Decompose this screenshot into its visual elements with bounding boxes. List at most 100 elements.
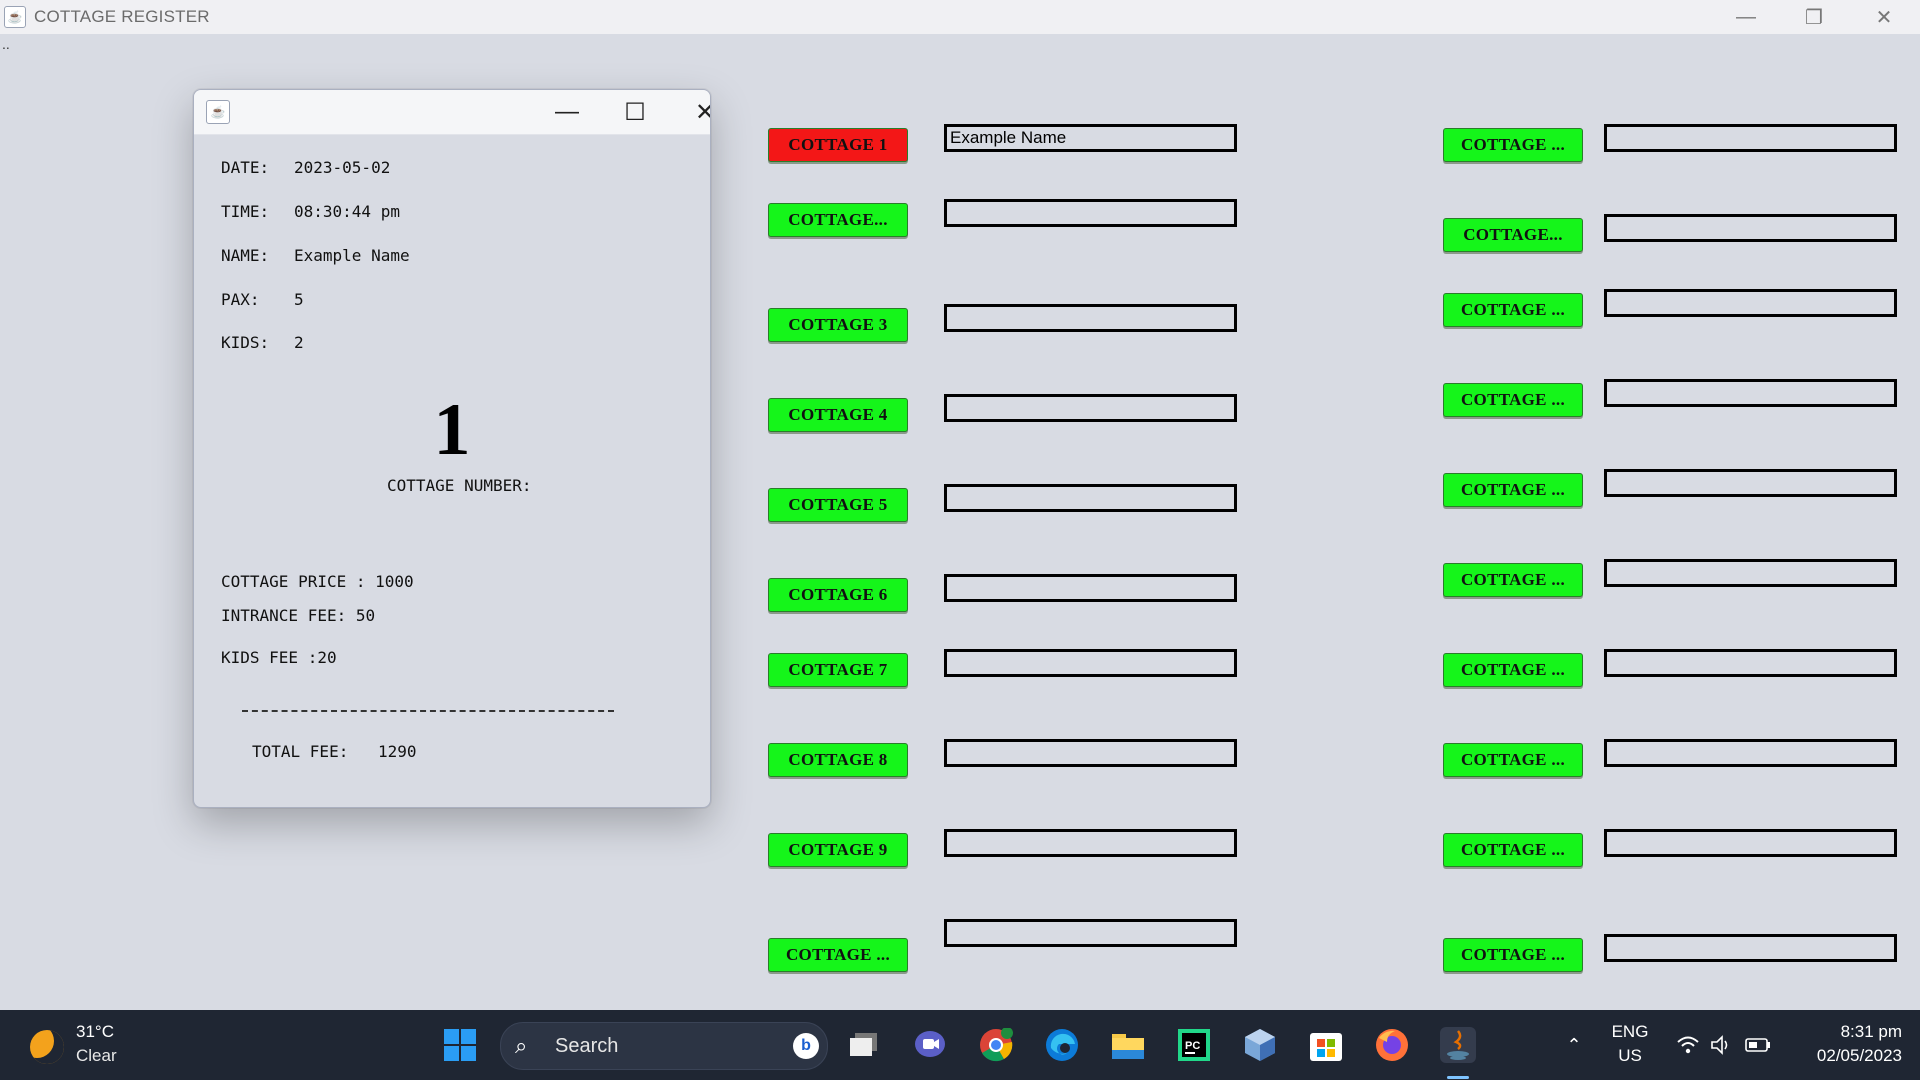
svg-text:PC: PC xyxy=(1185,1040,1200,1052)
separator-line xyxy=(242,710,614,712)
main-title-bar: ☕ COTTAGE REGISTER — ❐ ✕ xyxy=(0,0,1920,34)
wifi-icon[interactable] xyxy=(1670,1027,1706,1063)
pax-label: PAX: xyxy=(221,290,260,309)
region-indicator[interactable]: US xyxy=(1610,1046,1650,1066)
taskbar-search[interactable]: ⌕ Search b xyxy=(500,1022,828,1070)
cottage-name-field-3[interactable] xyxy=(944,304,1237,332)
chrome-icon[interactable] xyxy=(978,1027,1014,1063)
cottage-name-field-4[interactable] xyxy=(944,394,1237,422)
receipt-dialog: ☕ — ☐ ✕ DATE: 2023-05-02 TIME: 08:30:44 … xyxy=(193,89,711,808)
dialog-minimize-button[interactable]: — xyxy=(536,90,598,134)
total-value: 1290 xyxy=(378,742,417,761)
cottage-name-field-19[interactable] xyxy=(1604,829,1897,857)
cottage-button-8[interactable]: COTTAGE 8 xyxy=(768,743,908,777)
cottage-price: COTTAGE PRICE : 1000 xyxy=(221,572,414,591)
weather-description[interactable]: Clear xyxy=(76,1046,117,1066)
java-app-icon: ☕ xyxy=(206,100,230,124)
cottage-button-5[interactable]: COTTAGE 5 xyxy=(768,488,908,522)
cottage-button-9[interactable]: COTTAGE 9 xyxy=(768,833,908,867)
cottage-button-11[interactable]: COTTAGE ... xyxy=(1443,128,1583,162)
cottage-button-15[interactable]: COTTAGE ... xyxy=(1443,473,1583,507)
cottage-button-13[interactable]: COTTAGE ... xyxy=(1443,293,1583,327)
entrance-fee: INTRANCE FEE: 50 xyxy=(221,606,376,625)
battery-icon[interactable] xyxy=(1740,1027,1776,1063)
start-icon[interactable] xyxy=(442,1027,478,1063)
name-label: NAME: xyxy=(221,246,270,265)
clock-time[interactable]: 8:31 pm xyxy=(1792,1022,1902,1042)
clock-date[interactable]: 02/05/2023 xyxy=(1772,1046,1902,1066)
cottage-name-field-7[interactable] xyxy=(944,649,1237,677)
search-icon: ⌕ xyxy=(515,1033,528,1058)
language-indicator[interactable]: ENG xyxy=(1610,1022,1650,1042)
cottage-button-2[interactable]: COTTAGE... xyxy=(768,203,908,237)
cottage-button-16[interactable]: COTTAGE ... xyxy=(1443,563,1583,597)
cottage-name-field-14[interactable] xyxy=(1604,379,1897,407)
task-view-icon[interactable] xyxy=(846,1027,882,1063)
cottage-name-field-15[interactable] xyxy=(1604,469,1897,497)
search-placeholder: Search xyxy=(555,1035,619,1057)
cottage-button-17[interactable]: COTTAGE ... xyxy=(1443,653,1583,687)
kids-fee: KIDS FEE :20 xyxy=(221,648,337,667)
cottage-button-20[interactable]: COTTAGE ... xyxy=(1443,938,1583,972)
close-button[interactable]: ✕ xyxy=(1850,0,1918,34)
cottage-name-field-11[interactable] xyxy=(1604,124,1897,152)
cottage-name-field-16[interactable] xyxy=(1604,559,1897,587)
virtualbox-icon[interactable] xyxy=(1242,1027,1278,1063)
cottage-button-10[interactable]: COTTAGE ... xyxy=(768,938,908,972)
restore-button[interactable]: ❐ xyxy=(1780,0,1848,34)
chevron-up-icon[interactable]: ⌃ xyxy=(1556,1027,1592,1063)
volume-icon[interactable] xyxy=(1704,1027,1740,1063)
pax-value: 5 xyxy=(294,290,304,309)
dialog-maximize-button[interactable]: ☐ xyxy=(604,90,666,134)
minimize-button[interactable]: — xyxy=(1712,0,1780,34)
bing-icon[interactable]: b xyxy=(793,1033,819,1059)
cottage-number-display: 1 xyxy=(433,389,471,471)
date-label: DATE: xyxy=(221,158,270,177)
window-title: COTTAGE REGISTER xyxy=(34,7,210,26)
file-explorer-icon[interactable] xyxy=(1110,1027,1146,1063)
moon-icon[interactable] xyxy=(30,1030,64,1064)
cottage-button-1[interactable]: COTTAGE 1 xyxy=(768,128,908,162)
total-label: TOTAL FEE: xyxy=(252,742,349,761)
cottage-number-label: COTTAGE NUMBER: xyxy=(387,476,532,495)
cottage-name-field-20[interactable] xyxy=(1604,934,1897,962)
java-app-icon: ☕ xyxy=(4,6,26,28)
weather-temperature[interactable]: 31°C xyxy=(76,1022,114,1042)
cottage-name-field-8[interactable] xyxy=(944,739,1237,767)
taskbar: 31°C Clear ⌕ Search b PC ⌃ ENG US 8:31 p… xyxy=(0,1010,1920,1080)
dialog-title-bar: ☕ — ☐ ✕ xyxy=(194,90,710,135)
time-value: 08:30:44 pm xyxy=(294,202,400,221)
edge-icon[interactable] xyxy=(1044,1027,1080,1063)
cottage-button-6[interactable]: COTTAGE 6 xyxy=(768,578,908,612)
firefox-icon[interactable] xyxy=(1374,1027,1410,1063)
dialog-close-button[interactable]: ✕ xyxy=(674,90,710,134)
cottage-button-19[interactable]: COTTAGE ... xyxy=(1443,833,1583,867)
cottage-name-field-6[interactable] xyxy=(944,574,1237,602)
cottage-button-7[interactable]: COTTAGE 7 xyxy=(768,653,908,687)
menu-dots[interactable]: .. xyxy=(2,36,10,52)
cottage-name-field-13[interactable] xyxy=(1604,289,1897,317)
store-icon[interactable] xyxy=(1308,1027,1344,1063)
kids-value: 2 xyxy=(294,333,304,352)
kids-label: KIDS: xyxy=(221,333,270,352)
java-icon[interactable] xyxy=(1440,1027,1476,1063)
active-app-indicator xyxy=(1447,1076,1469,1079)
cottage-button-3[interactable]: COTTAGE 3 xyxy=(768,308,908,342)
cottage-button-4[interactable]: COTTAGE 4 xyxy=(768,398,908,432)
date-value: 2023-05-02 xyxy=(294,158,391,177)
name-value: Example Name xyxy=(294,246,410,265)
cottage-name-field-5[interactable] xyxy=(944,484,1237,512)
cottage-name-field-12[interactable] xyxy=(1604,214,1897,242)
cottage-button-14[interactable]: COTTAGE ... xyxy=(1443,383,1583,417)
pycharm-icon[interactable]: PC xyxy=(1176,1027,1212,1063)
cottage-name-field-9[interactable] xyxy=(944,829,1237,857)
time-label: TIME: xyxy=(221,202,270,221)
cottage-name-field-10[interactable] xyxy=(944,919,1237,947)
cottage-button-12[interactable]: COTTAGE... xyxy=(1443,218,1583,252)
cottage-name-field-18[interactable] xyxy=(1604,739,1897,767)
cottage-button-18[interactable]: COTTAGE ... xyxy=(1443,743,1583,777)
cottage-name-field-17[interactable] xyxy=(1604,649,1897,677)
cottage-name-field-2[interactable] xyxy=(944,199,1237,227)
cottage-name-field-1[interactable]: Example Name xyxy=(944,124,1237,152)
chat-icon[interactable] xyxy=(912,1027,948,1063)
